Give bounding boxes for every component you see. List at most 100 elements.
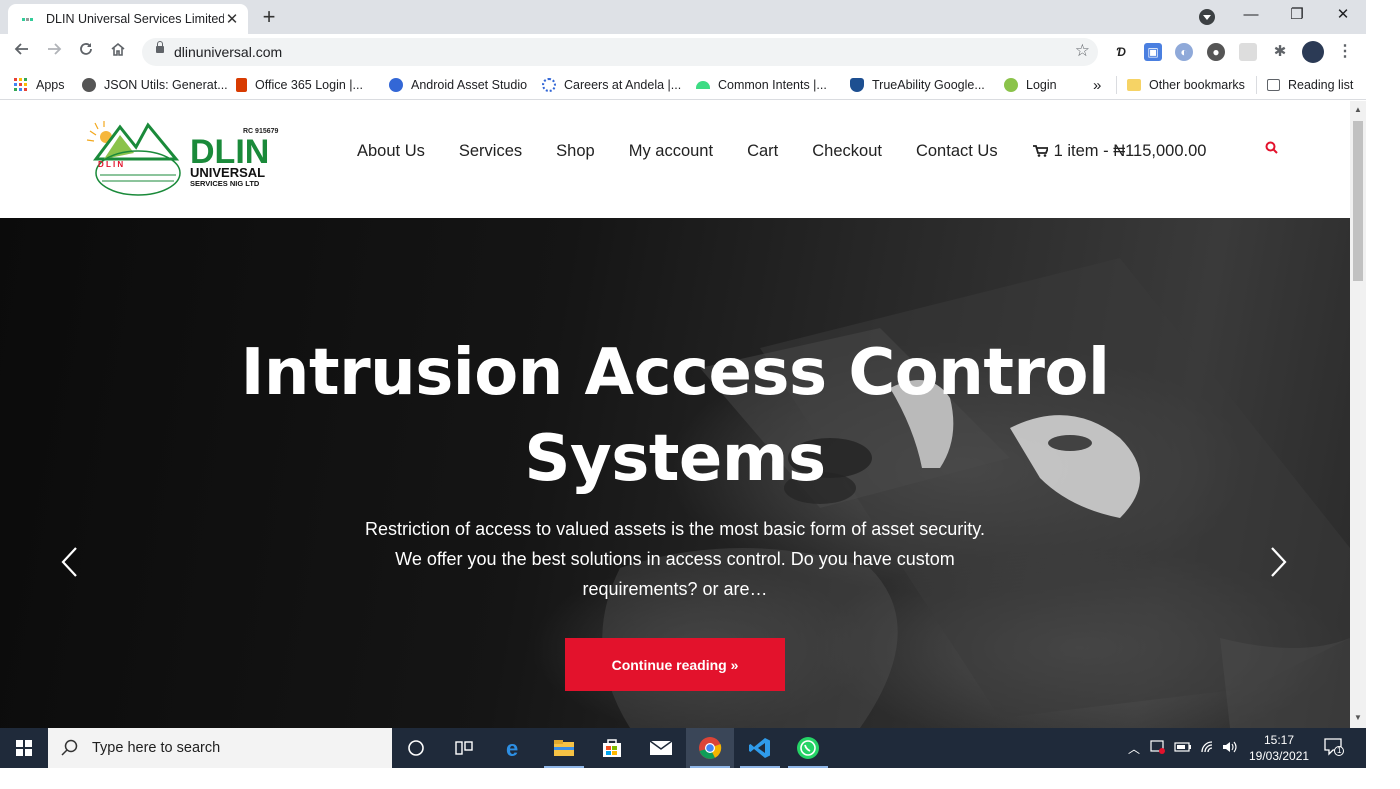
screen: DLIN Universal Services Limited ✕ + — ❐ … <box>0 0 1400 789</box>
nav-my-account[interactable]: My account <box>629 142 713 161</box>
browser-tab-strip: DLIN Universal Services Limited ✕ + — ❐ … <box>0 0 1366 34</box>
other-bookmarks[interactable]: Other bookmarks <box>1116 76 1245 94</box>
scrollbar-thumb[interactable] <box>1353 121 1363 281</box>
address-bar[interactable]: dlinuniversal.com ☆ <box>142 38 1098 66</box>
reload-icon[interactable] <box>74 40 98 64</box>
bookmark-label: Android Asset Studio <box>411 78 528 92</box>
vscode-icon[interactable] <box>736 728 784 768</box>
bookmark-office-365[interactable]: Office 365 Login |... <box>236 76 363 94</box>
extension-grey-icon[interactable] <box>1239 43 1257 61</box>
extension-compass-icon[interactable]: ◐ <box>1175 43 1193 61</box>
bookmark-label: Apps <box>36 78 65 92</box>
globe-icon <box>82 78 96 92</box>
chrome-icon[interactable] <box>686 728 734 768</box>
edge-browser-icon[interactable]: e <box>491 728 539 768</box>
nav-checkout[interactable]: Checkout <box>812 142 882 161</box>
search-icon <box>61 739 78 756</box>
bookmark-andela[interactable]: Careers at Andela |... <box>542 76 681 94</box>
volume-icon[interactable] <box>1222 740 1238 754</box>
bookmark-label: Common Intents |... <box>718 78 827 92</box>
folder-icon <box>1127 79 1141 91</box>
task-view-icon[interactable] <box>440 728 488 768</box>
network-icon[interactable] <box>1200 740 1216 754</box>
extensions-puzzle-icon[interactable]: ✱ <box>1271 43 1289 61</box>
android-icon <box>696 81 710 89</box>
extension-circle-icon[interactable]: ● <box>1207 43 1225 61</box>
slider-next-arrow-icon[interactable] <box>1266 544 1290 580</box>
main-navigation: About Us Services Shop My account Cart C… <box>357 141 1206 161</box>
home-icon[interactable] <box>106 40 130 64</box>
bookmark-common-intents[interactable]: Common Intents |... <box>696 76 827 94</box>
file-explorer-icon[interactable] <box>540 728 588 768</box>
login-icon <box>1004 78 1018 92</box>
nav-about-us[interactable]: About Us <box>357 142 425 161</box>
continue-reading-button[interactable]: Continue reading » <box>565 638 785 691</box>
windows-taskbar: Type here to search e ︿ 15:17 19/03/2021… <box>0 728 1366 768</box>
other-bookmarks-label: Other bookmarks <box>1149 78 1245 92</box>
bookmark-apps[interactable]: Apps <box>14 76 65 94</box>
site-favicon <box>22 14 36 24</box>
taskbar-search-placeholder: Type here to search <box>92 740 221 756</box>
cortana-icon[interactable] <box>392 728 440 768</box>
site-header: D L I N RC 915679 DLIN UNIVERSAL SERVICE… <box>0 101 1350 218</box>
whatsapp-icon[interactable] <box>784 728 832 768</box>
page-scrollbar[interactable]: ▲ ▼ <box>1350 101 1366 728</box>
windows-start-icon[interactable] <box>0 728 48 768</box>
logo-universal-text: UNIVERSAL <box>190 165 265 180</box>
bookmark-star-icon[interactable]: ☆ <box>1075 41 1090 61</box>
new-tab-button[interactable]: + <box>258 6 280 28</box>
dlin-logo[interactable]: D L I N RC 915679 DLIN UNIVERSAL SERVICE… <box>86 121 286 199</box>
hero-slider: Intrusion Access Control Systems Restric… <box>0 218 1350 728</box>
scroll-up-icon[interactable]: ▲ <box>1354 105 1362 114</box>
tray-security-icon[interactable] <box>1150 740 1166 754</box>
bookmark-json-utils[interactable]: JSON Utils: Generat... <box>82 76 228 94</box>
taskbar-clock[interactable]: 15:17 19/03/2021 <box>1249 732 1309 764</box>
nav-cart[interactable]: Cart <box>747 142 778 161</box>
profile-avatar[interactable] <box>1302 41 1324 63</box>
search-icon[interactable] <box>1265 141 1279 155</box>
clock-time: 15:17 <box>1263 733 1295 747</box>
andela-icon <box>542 78 556 92</box>
hero-description: Restriction of access to valued assets i… <box>365 519 985 599</box>
nav-contact-us[interactable]: Contact Us <box>916 142 998 161</box>
bookmark-label: Login <box>1026 78 1057 92</box>
cart-icon <box>1032 145 1048 157</box>
header-cart-summary[interactable]: 1 item - ₦115,000.00 <box>1032 141 1207 161</box>
forward-icon[interactable] <box>42 40 66 64</box>
reading-list[interactable]: Reading list <box>1256 76 1353 94</box>
nav-shop[interactable]: Shop <box>556 142 595 161</box>
mail-icon[interactable] <box>637 728 685 768</box>
window-restore-button[interactable]: ❐ <box>1282 4 1312 26</box>
microsoft-store-icon[interactable] <box>588 728 636 768</box>
extension-d-icon[interactable]: Ɗ <box>1112 43 1130 61</box>
bookmark-trueability[interactable]: TrueAbility Google... <box>850 76 985 94</box>
bookmark-android-asset-studio[interactable]: Android Asset Studio <box>389 76 527 94</box>
taskbar-search-box[interactable]: Type here to search <box>48 728 392 768</box>
window-close-button[interactable]: ✕ <box>1328 4 1358 26</box>
window-minimize-button[interactable]: — <box>1236 4 1266 26</box>
scroll-down-icon[interactable]: ▼ <box>1354 713 1362 722</box>
extension-blue-icon[interactable]: ▣ <box>1144 43 1162 61</box>
battery-icon[interactable] <box>1174 741 1192 753</box>
logo-hill-text: D L I N <box>98 160 123 169</box>
url-text[interactable]: dlinuniversal.com <box>174 44 282 60</box>
chrome-menu-icon[interactable]: ⋮ <box>1336 43 1354 61</box>
bookmark-login[interactable]: Login <box>1004 76 1057 94</box>
lock-icon[interactable] <box>156 41 164 53</box>
bookmarks-overflow-button[interactable]: » <box>1093 76 1101 94</box>
screen-bottom-margin <box>0 768 1400 789</box>
cart-summary-text: 1 item - ₦115,000.00 <box>1053 141 1207 160</box>
tab-title: DLIN Universal Services Limited <box>46 12 224 26</box>
reading-list-icon <box>1267 79 1280 91</box>
back-icon[interactable] <box>10 40 34 64</box>
browser-tab[interactable]: DLIN Universal Services Limited ✕ <box>8 4 248 34</box>
website-viewport: D L I N RC 915679 DLIN UNIVERSAL SERVICE… <box>0 101 1350 728</box>
clock-date: 19/03/2021 <box>1249 749 1310 763</box>
slider-prev-arrow-icon[interactable] <box>58 544 82 580</box>
nav-services[interactable]: Services <box>459 142 522 161</box>
tab-search-icon[interactable] <box>1199 9 1215 25</box>
tray-overflow-icon[interactable]: ︿ <box>1128 740 1140 757</box>
tab-close-icon[interactable]: ✕ <box>224 10 240 28</box>
action-center-icon[interactable]: 1 <box>1324 738 1344 756</box>
bookmark-label: Careers at Andela |... <box>564 78 682 92</box>
